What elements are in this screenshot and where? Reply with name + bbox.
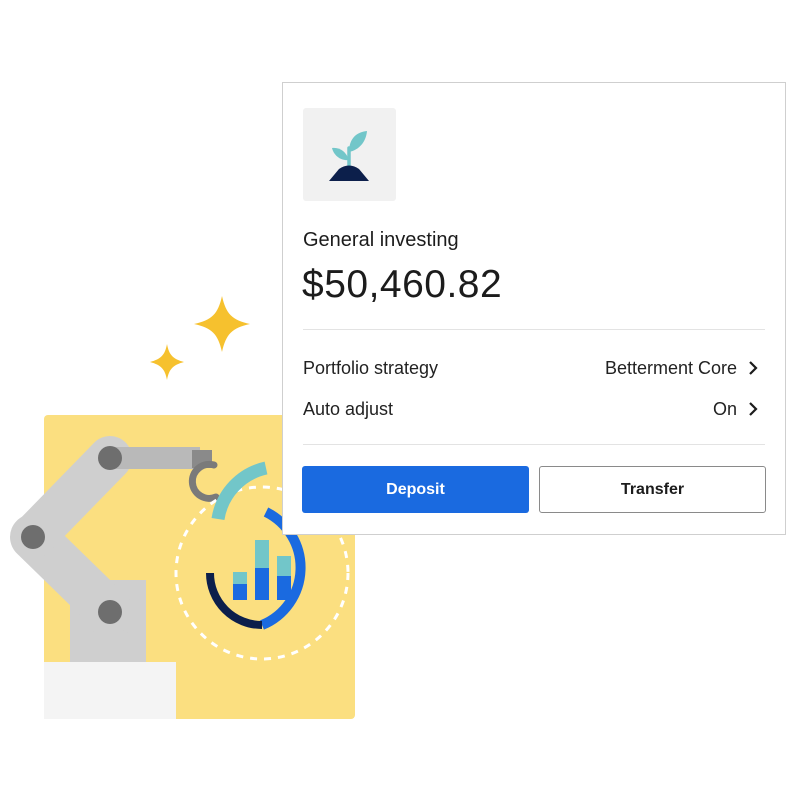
robot-base	[44, 662, 176, 719]
seedling-icon	[329, 131, 369, 181]
auto-adjust-value: On	[712, 398, 737, 419]
sparkle-icon	[194, 296, 250, 352]
portfolio-strategy-value: Betterment Core	[604, 357, 737, 378]
chevron-right-icon	[749, 361, 758, 375]
account-name: General investing	[303, 229, 459, 251]
transfer-button[interactable]: Transfer	[539, 466, 766, 513]
portfolio-strategy-row[interactable]: Portfolio strategy Betterment Core	[303, 356, 759, 380]
chevron-right-icon	[749, 402, 758, 416]
auto-adjust-row[interactable]: Auto adjust On	[303, 397, 759, 421]
auto-adjust-label: Auto adjust	[303, 398, 394, 419]
account-icon-tile	[303, 108, 396, 201]
portfolio-strategy-label: Portfolio strategy	[303, 357, 439, 378]
divider	[303, 329, 765, 330]
divider	[303, 444, 765, 445]
account-card: General investing $50,460.82 Portfolio s…	[282, 82, 786, 535]
sparkle-icon	[150, 344, 184, 380]
account-balance: $50,460.82	[302, 263, 503, 306]
deposit-button[interactable]: Deposit	[302, 466, 529, 513]
